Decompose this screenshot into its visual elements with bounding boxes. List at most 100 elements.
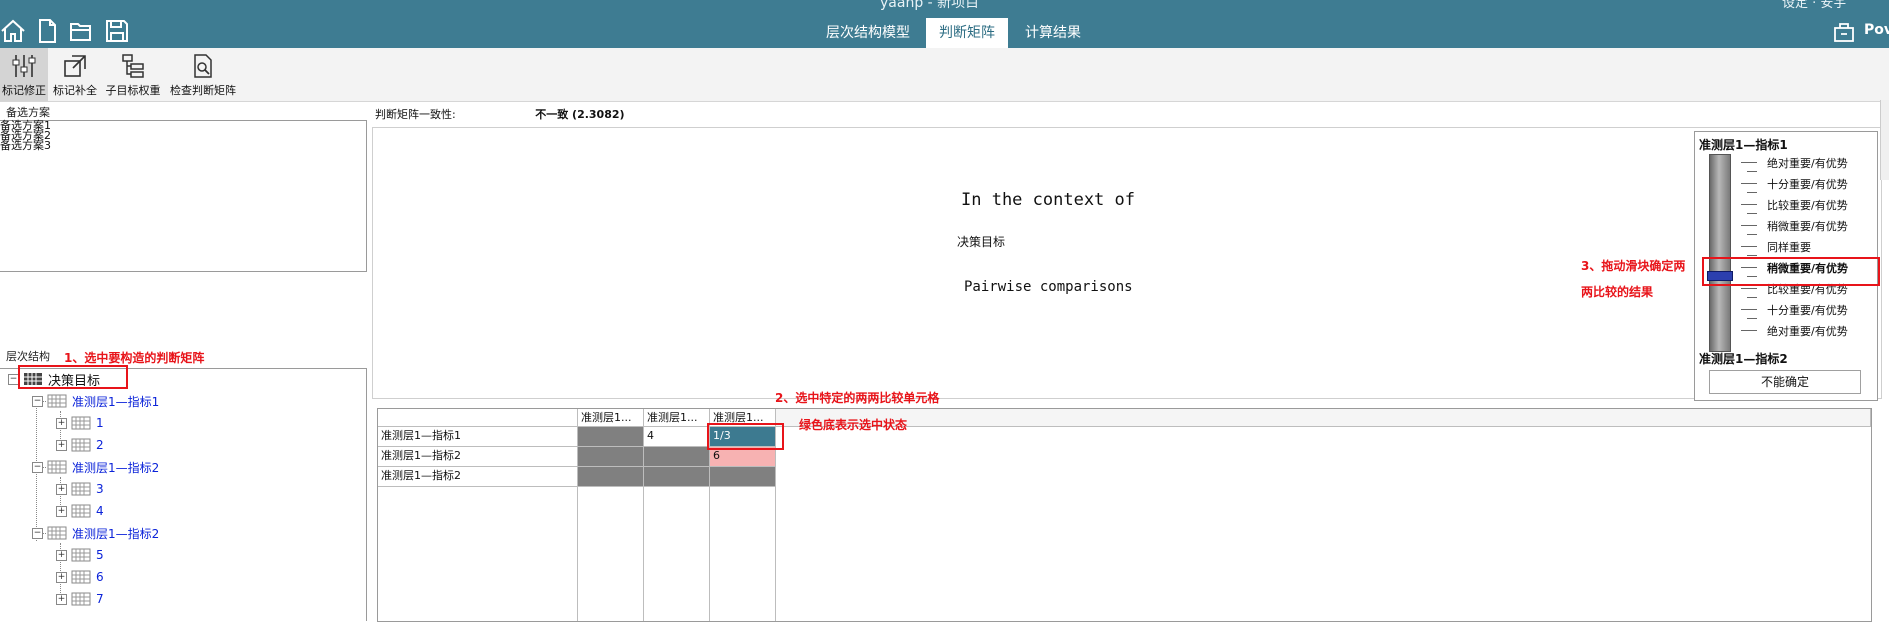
consistency-label: 判断矩阵一致性: [375, 108, 456, 121]
matrix-cell-lower [644, 467, 710, 487]
tree-node[interactable]: − 准测层1—指标1 [32, 391, 159, 411]
tick-mark [1747, 318, 1757, 319]
tree-leaf-label: 6 [96, 570, 104, 584]
mark-correction-button[interactable]: 标记修正 [0, 48, 48, 101]
slider-track[interactable] [1709, 154, 1731, 352]
right-scrollbar[interactable] [1880, 100, 1889, 180]
scale-label[interactable]: 十分重要/有优势 [1767, 176, 1848, 192]
consistency-value: 不一致 (2.3082) [535, 108, 625, 121]
expand-icon[interactable]: + [56, 593, 67, 605]
tree-leaf[interactable]: + 4 [56, 501, 104, 521]
matrix-cell[interactable]: 4 [644, 427, 710, 447]
tree-leaf-label: 4 [96, 504, 104, 518]
col-header: 准测层1... [644, 409, 710, 427]
scale-label[interactable]: 绝对重要/有优势 [1767, 323, 1848, 339]
annotation-step2: 2、选中特定的两两比较单元格 [775, 391, 940, 405]
open-folder-icon[interactable] [68, 18, 94, 44]
tree-leaf[interactable]: + 1 [56, 413, 104, 433]
new-file-icon[interactable] [34, 18, 60, 44]
tick-mark [1741, 246, 1757, 247]
collapse-icon[interactable]: − [32, 461, 43, 473]
cannot-decide-button[interactable]: 不能确定 [1709, 370, 1861, 394]
tree-node-label: 准测层1—指标1 [72, 394, 160, 409]
collapse-icon[interactable]: − [32, 395, 43, 407]
expand-icon[interactable]: + [56, 439, 67, 451]
expand-icon[interactable]: + [56, 571, 67, 583]
annotation-box-slider [1702, 257, 1880, 286]
list-item[interactable]: 备选方案3 [0, 140, 366, 151]
save-icon[interactable] [104, 18, 130, 44]
tree-node[interactable]: − 准测层1—指标2 [32, 457, 159, 477]
scale-label[interactable]: 稍微重要/有优势 [1767, 218, 1848, 234]
grid-line [643, 487, 644, 621]
scale-label[interactable]: 比较重要/有优势 [1767, 197, 1848, 213]
tree-leaf-label: 2 [96, 438, 104, 452]
consistency-row: 判断矩阵一致性: 不一致 (2.3082) [375, 106, 625, 122]
grid-icon [71, 504, 91, 518]
tree-node-label: 准测层1—指标2 [72, 460, 160, 475]
check-matrix-button[interactable]: 检查判断矩阵 [168, 48, 238, 101]
collapse-icon[interactable]: − [32, 527, 43, 539]
matrix-cell-diagonal [644, 447, 710, 467]
tick-mark [1747, 171, 1757, 172]
tick-mark [1747, 192, 1757, 193]
annotation-step1: 1、选中要构造的判断矩阵 [64, 351, 205, 365]
user-info[interactable]: 设定 · 安宇 [1782, 0, 1846, 11]
tick-mark [1741, 225, 1757, 226]
annotation-step2-note: 绿色底表示选中状态 [799, 418, 908, 432]
grid-line [709, 487, 710, 621]
tab-hierarchy-model[interactable]: 层次结构模型 [814, 18, 922, 48]
power-icon[interactable] [1832, 20, 1856, 44]
hierarchy-label: 层次结构 [6, 350, 50, 363]
tree-leaf[interactable]: + 6 [56, 567, 104, 587]
tab-judgment-matrix[interactable]: 判断矩阵 [926, 18, 1008, 48]
expand-icon[interactable]: + [56, 505, 67, 517]
tree-leaf[interactable]: + 7 [56, 589, 104, 609]
tree-leaf[interactable]: + 2 [56, 435, 104, 455]
hierarchy-tree: − 决策目标 − 准测层1—指标1 + 1 + 2 − 准测层1—指标2 + 3… [0, 368, 367, 621]
tree-node[interactable]: − 准测层1—指标2 [32, 523, 159, 543]
list-item[interactable]: 备选方案2 [0, 130, 366, 141]
grid-icon [71, 548, 91, 562]
scale-label[interactable]: 十分重要/有优势 [1767, 302, 1848, 318]
list-item[interactable]: 备选方案1 [0, 120, 366, 131]
context-heading: In the context of [961, 190, 1135, 210]
expand-icon[interactable]: + [56, 417, 67, 429]
power-label[interactable]: Pov [1864, 22, 1889, 38]
expand-icon[interactable]: + [56, 483, 67, 495]
tree-leaf-label: 5 [96, 548, 104, 562]
tree-leaf[interactable]: + 3 [56, 479, 104, 499]
slider-bottom-label: 准测层1—指标2 [1699, 352, 1788, 366]
tick-mark [1741, 330, 1757, 331]
mark-completion-button[interactable]: 标记补全 [51, 48, 99, 101]
tick-mark [1741, 204, 1757, 205]
annotation-box-cell [707, 423, 784, 450]
sub-goal-weight-label: 子目标权重 [105, 84, 161, 97]
scale-label[interactable]: 同样重要 [1767, 239, 1811, 255]
tick-mark [1741, 183, 1757, 184]
annotation-box-root [18, 365, 128, 389]
matrix-cell-lower [578, 467, 644, 487]
grid-icon [47, 394, 67, 408]
grid-icon [47, 526, 67, 540]
document-search-icon [194, 54, 212, 78]
sub-goal-weight-button[interactable]: 子目标权重 [104, 48, 162, 101]
home-icon[interactable] [0, 18, 26, 44]
alternatives-list[interactable]: 备选方案1 备选方案2 备选方案3 [0, 120, 367, 272]
tick-mark [1747, 297, 1757, 298]
tab-calculation-results[interactable]: 计算结果 [1016, 18, 1090, 48]
alternatives-label: 备选方案 [6, 106, 50, 119]
tree-leaf-label: 7 [96, 592, 104, 606]
matrix-cell-diagonal [710, 467, 776, 487]
grid-line [577, 487, 578, 621]
tree-leaf-label: 3 [96, 482, 104, 496]
tree-leaf[interactable]: + 5 [56, 545, 104, 565]
expand-icon[interactable]: + [56, 549, 67, 561]
title-bar: yaahp - 新项目 设定 · 安宇 层次结构模型 判断矩阵 计算结果 Pov [0, 0, 1889, 48]
scale-label[interactable]: 绝对重要/有优势 [1767, 155, 1848, 171]
matrix-cell-highlight[interactable]: 6 [710, 447, 776, 467]
grid-icon [71, 416, 91, 430]
header-filler [776, 409, 1871, 427]
annotation-step3-line1: 3、拖动滑块确定两 [1581, 259, 1686, 273]
grid-line [775, 487, 776, 621]
